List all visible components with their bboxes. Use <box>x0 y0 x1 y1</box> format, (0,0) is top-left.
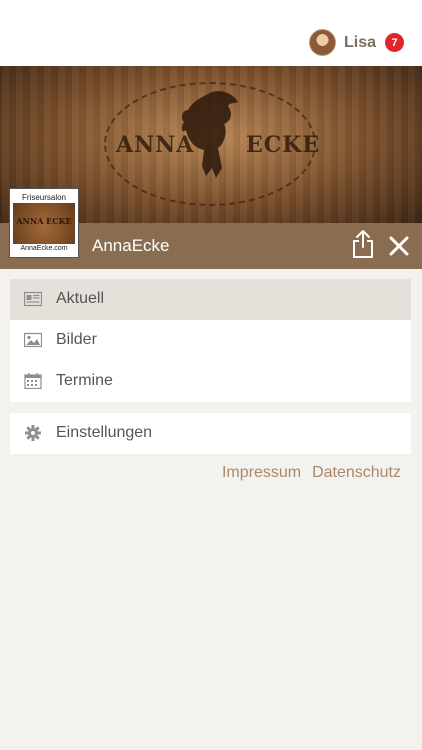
menu-item-label: Termine <box>56 372 113 389</box>
top-bar: Lisa 7 <box>0 0 422 66</box>
datenschutz-link[interactable]: Datenschutz <box>312 464 401 482</box>
salon-logo: Friseursalon ANNA ECKE AnnaEcke.com <box>10 189 78 257</box>
menu-item-termine[interactable]: Termine <box>10 361 411 402</box>
menu-item-label: Bilder <box>56 331 97 348</box>
salon-logo-middle-text: ANNA ECKE <box>16 216 72 226</box>
menu-item-einstellungen[interactable]: Einstellungen <box>10 413 411 454</box>
impressum-link[interactable]: Impressum <box>222 464 301 482</box>
close-icon[interactable] <box>387 234 411 258</box>
settings-menu: Einstellungen <box>10 413 411 454</box>
user-profile[interactable]: Lisa 7 <box>308 29 404 56</box>
menu-item-label: Aktuell <box>56 290 105 307</box>
share-icon[interactable] <box>351 229 375 259</box>
menu-item-label: Einstellungen <box>56 424 153 441</box>
menu-item-bilder[interactable]: Bilder <box>10 320 411 361</box>
newspaper-icon <box>24 291 42 307</box>
horse-icon <box>181 91 238 178</box>
salon-logo-bottom-text: AnnaEcke.com <box>13 244 75 254</box>
main-menu: Aktuell Bilder Termine <box>10 279 411 402</box>
page-title: AnnaEcke <box>92 236 170 255</box>
gear-icon <box>25 425 41 441</box>
footer-links: Impressum Datenschutz <box>222 464 401 482</box>
avatar[interactable] <box>308 29 336 56</box>
salon-logo-top-text: Friseursalon <box>13 192 75 203</box>
user-name[interactable]: Lisa <box>344 34 376 52</box>
banner-logo-right: ECKE <box>246 132 321 158</box>
salon-logo-image: Friseursalon ANNA ECKE AnnaEcke.com <box>13 192 75 254</box>
calendar-icon <box>24 373 42 389</box>
notification-badge[interactable]: 7 <box>385 33 404 52</box>
image-icon <box>24 332 42 348</box>
menu-item-aktuell[interactable]: Aktuell <box>10 279 411 320</box>
